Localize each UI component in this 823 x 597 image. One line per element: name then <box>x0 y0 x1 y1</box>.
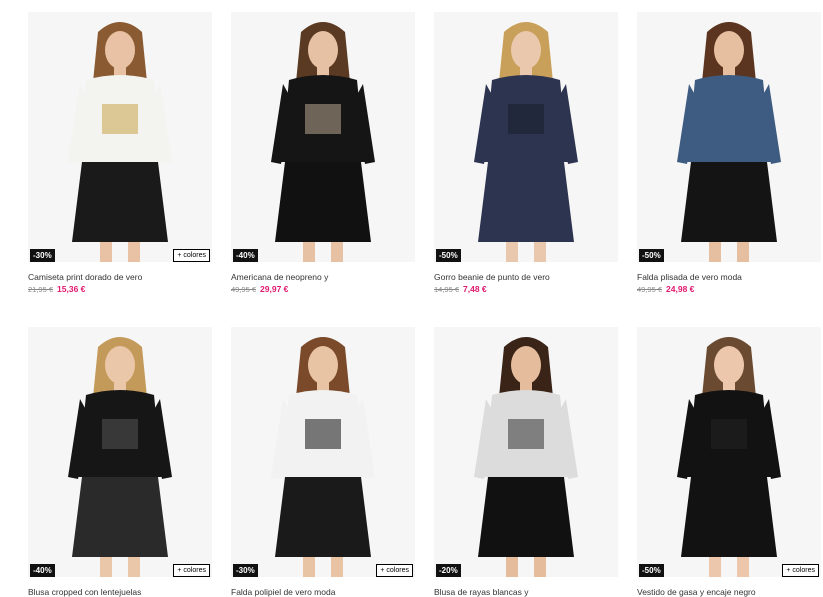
left-leg <box>506 557 518 577</box>
garment-detail <box>102 104 138 134</box>
product-photo[interactable]: -50% <box>637 12 821 262</box>
product-name[interactable]: Vestido de gasa y encaje negro <box>637 587 821 597</box>
left-leg <box>506 242 518 262</box>
face-shape <box>105 346 135 384</box>
product-card[interactable]: -50% Gorro beanie de punto de vero 14,95… <box>434 12 618 294</box>
garment-detail <box>305 419 341 449</box>
more-colors-button[interactable]: + colores <box>173 564 210 577</box>
garment-detail <box>305 104 341 134</box>
product-card[interactable]: -40% Americana de neopreno y 49,95 €29,9… <box>231 12 415 294</box>
product-name[interactable]: Americana de neopreno y <box>231 272 415 282</box>
right-leg <box>534 242 546 262</box>
product-photo[interactable]: -20% <box>434 327 618 577</box>
garment-detail <box>508 104 544 134</box>
right-leg <box>128 557 140 577</box>
product-name[interactable]: Camiseta print dorado de vero <box>28 272 212 282</box>
left-leg <box>100 557 112 577</box>
garment-detail <box>508 419 544 449</box>
face-shape <box>714 31 744 69</box>
right-leg <box>128 242 140 262</box>
model-figure <box>68 337 172 577</box>
face-shape <box>511 31 541 69</box>
old-price: 49,95 € <box>637 285 663 294</box>
garment-detail <box>102 419 138 449</box>
right-leg <box>737 242 749 262</box>
sale-price: 15,36 € <box>57 284 86 294</box>
sale-price: 7,48 € <box>463 284 487 294</box>
product-photo[interactable]: -40% <box>231 12 415 262</box>
left-leg <box>303 557 315 577</box>
face-shape <box>308 346 338 384</box>
model-figure <box>271 337 375 577</box>
bottom-garment <box>681 162 777 242</box>
product-photo[interactable]: -50% + colores <box>637 327 821 577</box>
old-price: 49,95 € <box>231 285 257 294</box>
discount-badge: -30% <box>233 564 258 577</box>
discount-badge: -50% <box>436 249 461 262</box>
face-shape <box>308 31 338 69</box>
sale-price: 24,98 € <box>666 284 695 294</box>
product-card[interactable]: -50% + colores Vestido de gasa y encaje … <box>637 327 821 597</box>
product-card[interactable]: -40% + colores Blusa cropped con lenteju… <box>28 327 212 597</box>
product-prices: 14,95 €7,48 € <box>434 284 618 294</box>
garment-detail <box>711 104 747 134</box>
product-card[interactable]: -30% + colores Falda polipiel de vero mo… <box>231 327 415 597</box>
product-prices: 49,95 €24,98 € <box>637 284 821 294</box>
face-shape <box>105 31 135 69</box>
old-price: 21,95 € <box>28 285 54 294</box>
more-colors-button[interactable]: + colores <box>376 564 413 577</box>
right-leg <box>534 557 546 577</box>
product-name[interactable]: Blusa cropped con lentejuelas <box>28 587 212 597</box>
discount-badge: -50% <box>639 564 664 577</box>
face-shape <box>714 346 744 384</box>
product-name[interactable]: Falda polipiel de vero moda <box>231 587 415 597</box>
product-name[interactable]: Blusa de rayas blancas y <box>434 587 618 597</box>
product-name[interactable]: Gorro beanie de punto de vero <box>434 272 618 282</box>
discount-badge: -50% <box>639 249 664 262</box>
right-leg <box>737 557 749 577</box>
left-leg <box>709 242 721 262</box>
bottom-garment <box>478 162 574 242</box>
product-card[interactable]: -30% + colores Camiseta print dorado de … <box>28 12 212 294</box>
discount-badge: -20% <box>436 564 461 577</box>
sale-price: 29,97 € <box>260 284 289 294</box>
bottom-garment <box>275 162 371 242</box>
bottom-garment <box>275 477 371 557</box>
model-figure <box>474 337 578 577</box>
product-name[interactable]: Falda plisada de vero moda <box>637 272 821 282</box>
right-leg <box>331 557 343 577</box>
product-photo[interactable]: -30% + colores <box>231 327 415 577</box>
discount-badge: -30% <box>30 249 55 262</box>
product-prices: 21,95 €15,36 € <box>28 284 212 294</box>
model-figure <box>677 22 781 262</box>
product-prices: 49,95 €29,97 € <box>231 284 415 294</box>
face-shape <box>511 346 541 384</box>
model-figure <box>474 22 578 262</box>
model-figure <box>271 22 375 262</box>
bottom-garment <box>478 477 574 557</box>
more-colors-button[interactable]: + colores <box>173 249 210 262</box>
product-card[interactable]: -20% Blusa de rayas blancas y <box>434 327 618 597</box>
discount-badge: -40% <box>30 564 55 577</box>
product-photo[interactable]: -30% + colores <box>28 12 212 262</box>
left-leg <box>709 557 721 577</box>
left-leg <box>100 242 112 262</box>
model-figure <box>677 337 781 577</box>
product-card[interactable]: -50% Falda plisada de vero moda 49,95 €2… <box>637 12 821 294</box>
bottom-garment <box>72 477 168 557</box>
bottom-garment <box>681 477 777 557</box>
garment-detail <box>711 419 747 449</box>
old-price: 14,95 € <box>434 285 460 294</box>
right-leg <box>331 242 343 262</box>
more-colors-button[interactable]: + colores <box>782 564 819 577</box>
model-figure <box>68 22 172 262</box>
product-photo[interactable]: -50% <box>434 12 618 262</box>
discount-badge: -40% <box>233 249 258 262</box>
product-grid: -30% + colores Camiseta print dorado de … <box>0 0 823 597</box>
left-leg <box>303 242 315 262</box>
product-photo[interactable]: -40% + colores <box>28 327 212 577</box>
bottom-garment <box>72 162 168 242</box>
